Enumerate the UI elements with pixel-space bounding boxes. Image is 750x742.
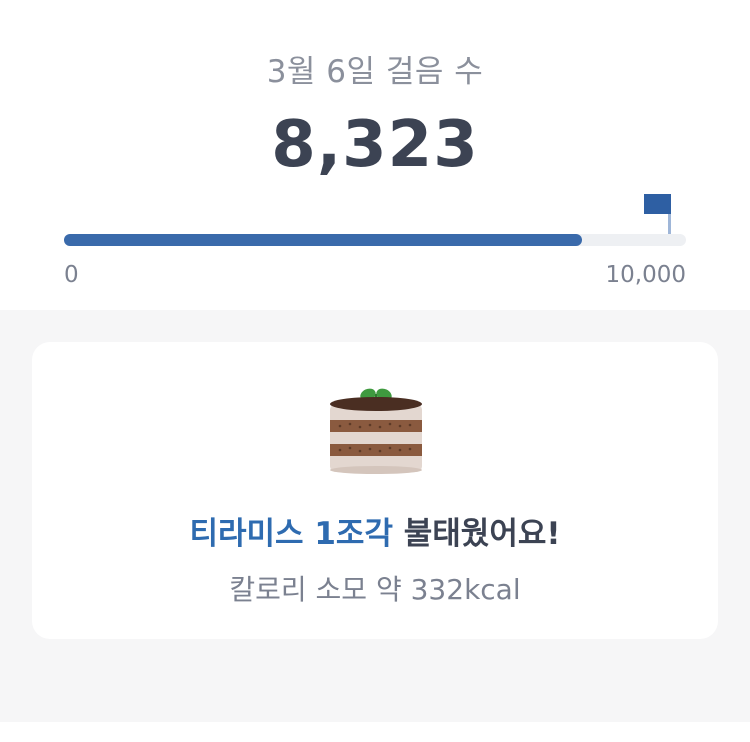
step-progress-bar (64, 234, 686, 246)
steps-summary: 3월 6일 걸음 수 8,323 0 10,000 (0, 0, 750, 310)
calorie-card: 티라미스 1조각 불태웠어요! 칼로리 소모 약 332kcal (32, 342, 718, 639)
date-label: 3월 6일 걸음 수 (266, 54, 484, 90)
calorie-section: 티라미스 1조각 불태웠어요! 칼로리 소모 약 332kcal (0, 310, 750, 722)
food-highlight: 티라미스 1조각 (189, 516, 393, 552)
calorie-burn-message: 티라미스 1조각 불태웠어요! (32, 508, 718, 553)
burn-suffix: 불태웠어요! (392, 516, 561, 552)
tiramisu-cake-icon (330, 388, 422, 474)
progress-min-label: 0 (64, 262, 79, 288)
progress-goal-label: 10,000 (605, 262, 686, 288)
step-progress-fill (64, 234, 582, 246)
step-count: 8,323 (271, 108, 479, 182)
flag-icon (644, 194, 671, 234)
steps-page: 3월 6일 걸음 수 8,323 0 10,000 티라미스 1조각 불태웠어요… (0, 0, 750, 742)
calorie-amount: 칼로리 소모 약 332kcal (229, 573, 521, 606)
